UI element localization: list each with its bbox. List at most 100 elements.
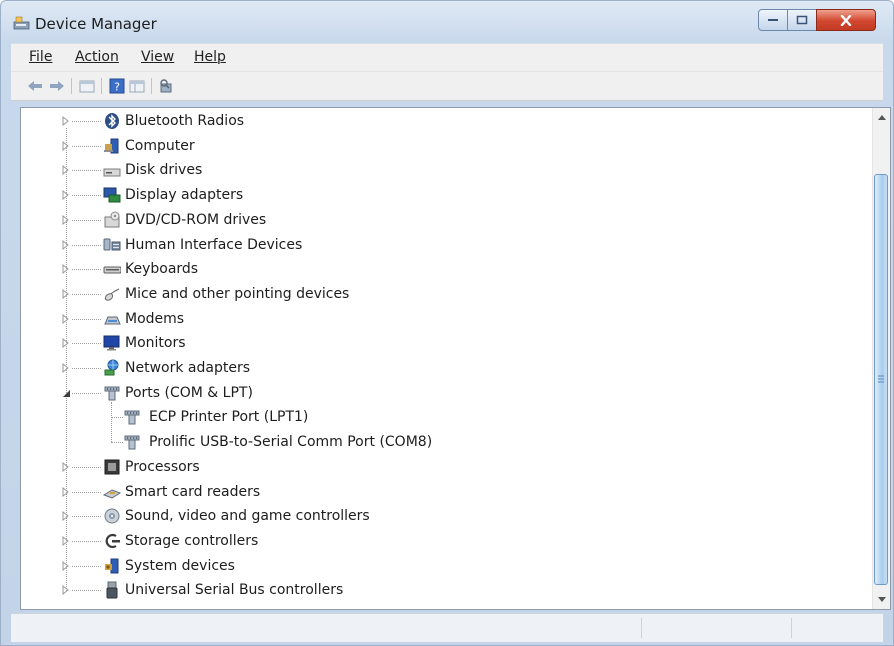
- disk-drive-icon: [103, 161, 121, 179]
- collapse-arrow-icon[interactable]: [61, 388, 71, 398]
- toolbar: ?: [11, 71, 883, 101]
- tree-node-label: Monitors: [125, 335, 186, 352]
- tree-node-label: Mice and other pointing devices: [125, 285, 350, 302]
- tree-node-label: Disk drives: [125, 162, 203, 179]
- tree-child-label: ECP Printer Port (LPT1): [149, 409, 309, 426]
- expand-arrow-icon[interactable]: [61, 585, 71, 596]
- expand-arrow-icon[interactable]: [61, 264, 71, 275]
- tree-node-port[interactable]: Ports (COM & LPT): [21, 382, 861, 404]
- tree-connector: [72, 269, 101, 271]
- tree-node-processor[interactable]: Processors: [21, 456, 861, 478]
- expand-arrow-icon[interactable]: [61, 239, 71, 250]
- tree-connector: [72, 368, 101, 369]
- tree-node-label: Ports (COM & LPT): [125, 384, 253, 401]
- tree-child-label: Prolific USB-to-Serial Comm Port (COM8): [149, 434, 433, 451]
- menu-file[interactable]: File: [29, 49, 52, 65]
- tree-node-label: Modems: [125, 310, 185, 327]
- properties-icon[interactable]: [79, 78, 95, 94]
- mouse-icon: [103, 285, 121, 303]
- chevron-down-icon: [877, 597, 886, 602]
- title-bar[interactable]: Device Manager: [1, 1, 893, 41]
- expand-arrow-icon[interactable]: [61, 116, 71, 126]
- tree-connector: [72, 343, 101, 345]
- tree-node-label: Human Interface Devices: [125, 236, 303, 253]
- tree-connector: [72, 293, 101, 295]
- help-icon[interactable]: ?: [109, 78, 125, 94]
- vertical-scrollbar[interactable]: [872, 108, 890, 609]
- tree-connector: [72, 565, 101, 567]
- tree-connector: [72, 392, 101, 394]
- details-pane-icon[interactable]: [129, 78, 145, 94]
- status-bar: [11, 613, 883, 642]
- tree-node-bluetooth[interactable]: Bluetooth Radios: [21, 110, 861, 132]
- port-icon: [123, 433, 141, 451]
- tree-node-smart-card-reader[interactable]: Smart card readers: [21, 481, 861, 503]
- tree-node-label: Network adapters: [125, 360, 250, 376]
- system-devices-icon: [103, 557, 121, 575]
- chevron-up-icon: [877, 115, 886, 120]
- menu-help[interactable]: Help: [194, 49, 226, 65]
- expand-arrow-icon[interactable]: [61, 560, 71, 571]
- keyboard-icon: [103, 260, 121, 278]
- tree-node-monitor[interactable]: Monitors: [21, 332, 861, 354]
- expand-arrow-icon[interactable]: [61, 535, 71, 546]
- tree-node-mouse[interactable]: Mice and other pointing devices: [21, 283, 861, 305]
- toolbar-separator: [101, 78, 102, 94]
- tree-node-network-adapter[interactable]: Network adapters: [21, 357, 861, 379]
- expand-arrow-icon[interactable]: [61, 214, 71, 225]
- expand-arrow-icon[interactable]: [61, 511, 71, 522]
- tree-node-label: Keyboards: [125, 261, 199, 278]
- tree-node-disk-drive[interactable]: Disk drives: [21, 159, 861, 181]
- back-arrow-icon[interactable]: [27, 78, 43, 94]
- port-icon: [103, 384, 121, 402]
- tree-connector: [72, 491, 101, 493]
- tree-node-hid[interactable]: Human Interface Devices: [21, 234, 861, 256]
- expand-arrow-icon[interactable]: [61, 363, 71, 373]
- tree-node-modem[interactable]: Modems: [21, 308, 861, 330]
- menu-action[interactable]: Action: [75, 49, 119, 65]
- menu-view[interactable]: View: [141, 49, 174, 65]
- scroll-thumb[interactable]: [874, 174, 888, 585]
- tree-connector: [72, 540, 101, 542]
- tree-child-node[interactable]: ECP Printer Port (LPT1): [21, 406, 861, 428]
- expand-arrow-icon[interactable]: [61, 165, 71, 176]
- expand-arrow-icon[interactable]: [61, 288, 71, 299]
- tree-connector: [72, 145, 101, 147]
- tree-connector: [72, 590, 101, 592]
- forward-arrow-icon[interactable]: [49, 78, 65, 94]
- tree-node-dvd-drive[interactable]: DVD/CD-ROM drives: [21, 209, 861, 231]
- tree-connector: [72, 318, 101, 320]
- scroll-down-button[interactable]: [874, 591, 889, 608]
- status-separator: [791, 618, 792, 638]
- status-separator: [641, 618, 642, 638]
- tree-child-node[interactable]: Prolific USB-to-Serial Comm Port (COM8): [21, 431, 861, 453]
- tree-node-computer[interactable]: Computer: [21, 135, 861, 157]
- scan-hardware-icon[interactable]: [158, 78, 174, 94]
- tree-node-usb[interactable]: Universal Serial Bus controllers: [21, 579, 861, 601]
- close-icon: [840, 14, 852, 26]
- scroll-up-button[interactable]: [874, 109, 889, 126]
- usb-icon: [103, 581, 121, 599]
- maximize-button[interactable]: [787, 9, 817, 31]
- expand-arrow-icon[interactable]: [61, 461, 71, 472]
- expand-arrow-icon[interactable]: [61, 190, 71, 201]
- device-manager-window: Device Manager File Action View Help ? B…: [0, 0, 894, 646]
- sound-icon: [103, 507, 121, 525]
- expand-arrow-icon[interactable]: [61, 313, 71, 324]
- tree-node-system-devices[interactable]: System devices: [21, 555, 861, 577]
- tree-connector: [72, 516, 101, 518]
- tree-node-label: Universal Serial Bus controllers: [125, 582, 344, 599]
- toolbar-separator: [71, 78, 72, 94]
- tree-node-keyboard[interactable]: Keyboards: [21, 258, 861, 280]
- minimize-button[interactable]: [758, 9, 788, 31]
- tree-node-label: Smart card readers: [125, 483, 261, 500]
- close-button[interactable]: [816, 9, 876, 31]
- tree-node-sound[interactable]: Sound, video and game controllers: [21, 505, 861, 527]
- tree-node-display-adapter[interactable]: Display adapters: [21, 184, 861, 206]
- hid-icon: [103, 236, 121, 254]
- device-tree[interactable]: Bluetooth Radios Computer Disk drives Displ…: [20, 107, 891, 610]
- tree-node-storage-controller[interactable]: Storage controllers: [21, 530, 861, 552]
- expand-arrow-icon[interactable]: [61, 140, 71, 151]
- expand-arrow-icon[interactable]: [61, 486, 71, 497]
- expand-arrow-icon[interactable]: [61, 338, 71, 349]
